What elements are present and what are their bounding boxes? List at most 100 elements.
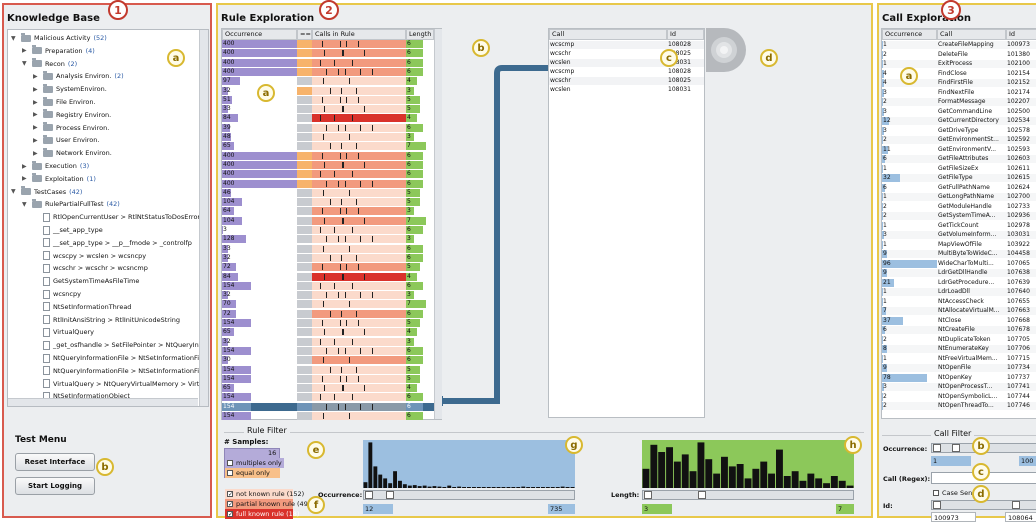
tree-node[interactable]: RtlInitAnsiString > RtlInitUnicodeString (33, 314, 180, 326)
rule-call-row[interactable]: wcscmp 108028 (549, 41, 704, 49)
rule-row[interactable]: 400 6 (222, 40, 434, 48)
expanded-arrow-icon[interactable]: ▼ (11, 35, 18, 42)
rule-row[interactable]: 39 6 (222, 123, 434, 132)
rule-row[interactable]: 32 3 (222, 86, 434, 95)
rule-row[interactable]: 84 4 (222, 272, 434, 281)
col-calls-in-rule[interactable]: Calls in Rule (312, 29, 406, 40)
tree-horizontal-scrollbar[interactable] (8, 398, 198, 406)
call-row[interactable]: 1 NtAccessCheck 107655 (882, 297, 1036, 306)
call-row[interactable]: 6 NtCreateFile 107678 (882, 326, 1036, 334)
tree-node[interactable]: NtSetInformationThread (33, 301, 131, 313)
collapsed-arrow-icon[interactable]: ▶ (33, 86, 40, 93)
rule-row[interactable]: 400 6 (222, 67, 434, 76)
collapsed-arrow-icon[interactable]: ▶ (22, 47, 29, 54)
full-known-rule-checkbox[interactable]: ✓ full known rule (18) (225, 509, 299, 519)
call-row[interactable]: 1 CreateFileMapping 100973 (882, 41, 1036, 49)
call-row[interactable]: 2 DeleteFile 101380 (882, 50, 1036, 59)
length-range-slider[interactable] (642, 490, 854, 500)
tree-node[interactable]: __set_app_type > __p__fmode > _controlfp (33, 237, 192, 249)
expanded-arrow-icon[interactable]: ▼ (22, 60, 29, 67)
rule-call-row[interactable]: wcscmp 108028 (549, 68, 704, 76)
equal-only-checkbox[interactable]: equal only (225, 468, 280, 478)
call-row[interactable]: 1 GetLongPathName 102700 (882, 193, 1036, 201)
call-row[interactable]: 1 MapViewOfFile 103922 (882, 240, 1036, 249)
call-row[interactable]: 6 GetFullPathName 102624 (882, 183, 1036, 192)
call-col-call[interactable]: Call (937, 29, 1006, 40)
rule-row[interactable]: 154 6 (222, 402, 434, 411)
rule-call-row[interactable]: wcschr 108025 (549, 77, 704, 85)
occurrence-min-thumb[interactable] (365, 491, 373, 499)
rule-row[interactable]: 400 6 (222, 160, 434, 169)
full-known-rule-box[interactable]: ✓ (227, 511, 233, 518)
call-row[interactable]: 9 LdrGetDllHandle 107638 (882, 269, 1036, 277)
tree-node[interactable]: __set_app_type (33, 224, 103, 236)
expanded-arrow-icon[interactable]: ▼ (11, 188, 18, 195)
rule-row[interactable]: 400 6 (222, 49, 434, 58)
tree-node[interactable]: ▶ Execution (3) (22, 160, 89, 172)
tree-vertical-scrollbar[interactable] (199, 30, 208, 406)
tree-node[interactable]: NtQueryInformationFile > NtSetInformatio… (33, 365, 208, 377)
tree-node[interactable]: wcscpy > wcslen > wcsncpy (33, 250, 146, 262)
partial-known-rule-box[interactable]: ✓ (227, 501, 233, 508)
length-max-thumb[interactable] (698, 491, 706, 499)
call-row[interactable]: 11 GetEnvironmentV... 102593 (882, 145, 1036, 154)
tree-node[interactable]: _get_osfhandle > SetFilePointer > NtQuer… (33, 339, 208, 351)
rule-call-row[interactable]: wcslen 108031 (549, 59, 704, 67)
rule-row[interactable]: 70 7 (222, 300, 434, 309)
call-occurrence-min-thumb[interactable] (933, 444, 941, 452)
tree-node[interactable]: ▶ Exploitation (1) (22, 173, 96, 185)
partial-known-rule-checkbox[interactable]: ✓ partial known rule (49) (225, 499, 310, 509)
collapsed-arrow-icon[interactable]: ▶ (33, 124, 40, 131)
call-row[interactable]: 3 NtOpenProcessT... 107741 (882, 383, 1036, 391)
collapsed-arrow-icon[interactable]: ▶ (33, 73, 40, 80)
collapsed-arrow-icon[interactable]: ▶ (33, 99, 40, 106)
tree-node[interactable]: ▶ User Environ. (33, 134, 99, 146)
call-row[interactable]: 2 GetEnvironmentSt... 102592 (882, 136, 1036, 144)
rule-calls-col-id[interactable]: Id (667, 29, 704, 40)
case-sensitive-box[interactable] (933, 490, 939, 496)
call-row[interactable]: 3 GetVolumeInform... 103031 (882, 231, 1036, 239)
tree-node[interactable]: ▶ Registry Environ. (33, 109, 111, 121)
tree-node[interactable]: ▶ Preparation (4) (22, 45, 95, 57)
rule-row[interactable]: 154 6 (222, 281, 434, 290)
call-row[interactable]: 1 GetFileSizeEx 102611 (882, 164, 1036, 173)
call-row[interactable]: 78 NtOpenKey 107737 (882, 373, 1036, 382)
collapsed-arrow-icon[interactable]: ▶ (33, 111, 40, 118)
call-row[interactable]: 2 FormatMessage 102207 (882, 98, 1036, 106)
collapsed-arrow-icon[interactable]: ▶ (33, 150, 40, 157)
rule-row[interactable]: 72 5 (222, 263, 434, 272)
equal-only-box[interactable] (227, 470, 233, 476)
rule-row[interactable]: 400 6 (222, 58, 434, 67)
tree-node[interactable]: ▶ Process Environ. (33, 122, 109, 134)
not-known-rule-checkbox[interactable]: ✓ not known rule (152) (225, 489, 304, 499)
call-row[interactable]: 1 LdrLoadDll 107640 (882, 288, 1036, 296)
call-row[interactable]: 32 GetFileType 102615 (882, 174, 1036, 182)
occurrence-max-thumb[interactable] (386, 491, 394, 499)
call-row[interactable]: 7 NtAllocateVirtualM... 107663 (882, 307, 1036, 315)
call-row[interactable]: 96 WideCharToMulti... 107065 (882, 259, 1036, 268)
call-row[interactable]: 1 GetTickCount 102978 (882, 221, 1036, 230)
call-occurrence-min-field[interactable]: 1 (931, 456, 971, 466)
rule-row[interactable]: 154 6 (222, 412, 434, 420)
rule-row[interactable]: 154 5 (222, 365, 434, 374)
call-row[interactable]: 21 LdrGetProcedure... 107639 (882, 278, 1036, 287)
rule-table-scrollbar[interactable] (434, 29, 442, 419)
rule-row[interactable]: 65 4 (222, 384, 434, 393)
rule-row[interactable]: 46 5 (222, 188, 434, 197)
occurrence-min-field[interactable]: 12 (363, 504, 393, 514)
call-row[interactable]: 2 NtOpenThreadTo... 107746 (882, 402, 1036, 410)
tree-node[interactable]: wcschr > wcschr > wcsncmp (33, 262, 148, 274)
rule-calls-col-call[interactable]: Call (549, 29, 667, 40)
not-known-rule-box[interactable]: ✓ (227, 491, 233, 498)
call-row[interactable]: 3 FindNextFile 102174 (882, 88, 1036, 97)
tree-node[interactable]: wcsncpy (33, 288, 81, 300)
multiples-only-box[interactable] (227, 460, 233, 466)
knowledge-base-tree[interactable]: ▼ Malicious Activity (52) ▶ Preparation (4) ▼ R… (7, 29, 209, 407)
call-occurrence-max-thumb[interactable] (952, 444, 960, 452)
rule-row[interactable]: 400 6 (222, 179, 434, 188)
col-occurrence[interactable]: Occurrence (222, 29, 297, 40)
rule-row[interactable]: 32 3 (222, 291, 434, 300)
rule-row[interactable]: 154 5 (222, 319, 434, 327)
call-row[interactable]: 3 GetCommandLine 102500 (882, 107, 1036, 116)
rule-row[interactable]: 64 3 (222, 207, 434, 216)
